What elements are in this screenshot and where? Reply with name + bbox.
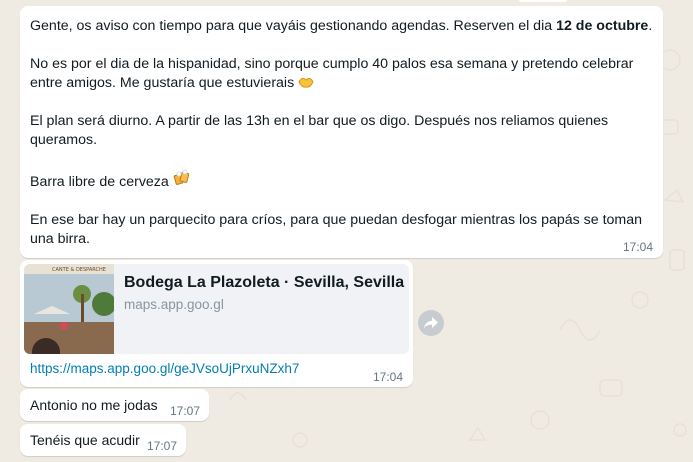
message-bubble-reply[interactable]: Antonio no me jodas 17:07 — [20, 389, 209, 421]
message-paragraph-3: El plan será diurno. A partir de las 13h… — [30, 112, 653, 150]
message-text: Barra libre de cerveza — [30, 174, 169, 190]
link-preview-thumbnail: CANTE & DESPARCHE — [24, 264, 114, 354]
hugging-hands-emoji — [298, 76, 314, 91]
message-timestamp: 17:07 — [147, 439, 178, 453]
beer-mugs-emoji — [173, 169, 191, 190]
message-text: . — [648, 18, 653, 34]
message-text: Tenéis que acudir — [30, 432, 140, 448]
message-bubble-reply[interactable]: Tenéis que acudir 17:07 — [20, 424, 186, 456]
forward-button[interactable] — [418, 310, 444, 336]
message-bubble-link[interactable]: CANTE & DESPARCHE Bodega La Plazoleta · … — [20, 260, 413, 387]
message-timestamp: 17:04 — [373, 370, 404, 384]
message-paragraph-2: No es por el dia de la hispanidad, sino … — [30, 55, 653, 93]
message-paragraph-4: Barra libre de cerveza — [30, 169, 653, 192]
forward-arrow-icon — [424, 317, 438, 329]
message-bold-date: 12 de octubre — [556, 18, 649, 34]
message-text: Antonio no me jodas — [30, 397, 158, 413]
message-timestamp: 17:07 — [170, 404, 201, 418]
message-text: Gente, os aviso con tiempo para que vayá… — [30, 18, 557, 34]
link-preview-domain: maps.app.goo.gl — [124, 297, 224, 312]
message-text: El plan será diurno. A partir de las 13h… — [30, 113, 609, 148]
link-preview-title: Bodega La Plazoleta · Sevilla, Sevilla — [124, 274, 405, 291]
message-paragraph-5: En ese bar hay un parquecito para críos,… — [30, 211, 653, 249]
map-link[interactable]: https://maps.app.goo.gl/geJVsoUjPrxuNZxh… — [30, 361, 299, 376]
previous-bubble-edge — [518, 0, 568, 2]
message-bubble-invitation[interactable]: Gente, os aviso con tiempo para que vayá… — [20, 6, 663, 258]
message-paragraph-1: Gente, os aviso con tiempo para que vayá… — [30, 17, 653, 36]
message-text: No es por el dia de la hispanidad, sino … — [30, 56, 634, 91]
message-timestamp: 17:04 — [623, 240, 654, 254]
link-preview-card[interactable]: CANTE & DESPARCHE Bodega La Plazoleta · … — [24, 264, 409, 354]
thumb-sign-text: CANTE & DESPARCHE — [52, 267, 106, 273]
message-text: En ese bar hay un parquecito para críos,… — [30, 212, 643, 247]
